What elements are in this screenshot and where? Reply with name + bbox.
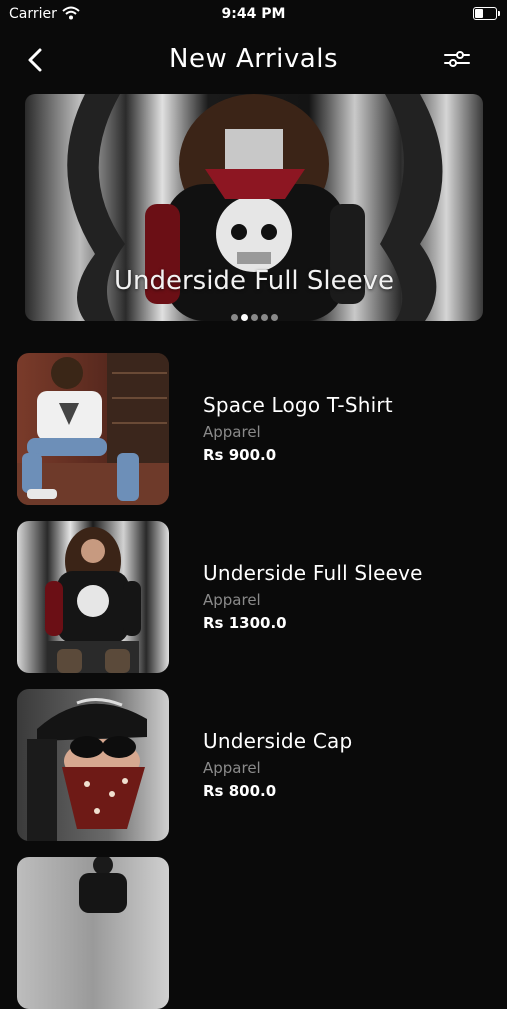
product-info: Underside Cap Apparel Rs 800.0 bbox=[203, 729, 352, 800]
featured-banner[interactable]: Underside Full Sleeve bbox=[25, 94, 483, 321]
carousel-dot[interactable] bbox=[270, 314, 278, 321]
product-item-underside-full-sleeve[interactable]: Underside Full Sleeve Apparel Rs 1300.0 bbox=[17, 521, 497, 673]
product-price: Rs 800.0 bbox=[203, 782, 277, 800]
status-bar: Carrier 9:44 PM bbox=[0, 0, 507, 30]
product-image bbox=[17, 353, 169, 505]
product-image bbox=[17, 521, 169, 673]
carousel-dot[interactable] bbox=[260, 314, 268, 321]
clock: 9:44 PM bbox=[221, 6, 286, 22]
filter-sliders-icon[interactable] bbox=[443, 47, 471, 71]
carousel-dot[interactable] bbox=[230, 314, 238, 321]
product-item-space-logo-t-shirt[interactable]: Space Logo T-Shirt Apparel Rs 900.0 bbox=[17, 353, 497, 505]
product-image bbox=[17, 857, 169, 1009]
page-title: New Arrivals bbox=[169, 44, 338, 74]
carousel-dot[interactable] bbox=[250, 314, 258, 321]
product-category: Apparel bbox=[203, 423, 261, 441]
product-name: Underside Full Sleeve bbox=[203, 561, 423, 585]
product-name: Space Logo T-Shirt bbox=[203, 393, 393, 417]
product-name: Underside Cap bbox=[203, 729, 353, 753]
banner-title: Underside Full Sleeve bbox=[113, 266, 395, 296]
product-image bbox=[17, 689, 169, 841]
battery-icon bbox=[473, 7, 500, 20]
carousel-page-indicator[interactable] bbox=[25, 306, 483, 321]
product-item-partial[interactable] bbox=[17, 857, 497, 1009]
product-info: Space Logo T-Shirt Apparel Rs 900.0 bbox=[203, 393, 393, 464]
product-price: Rs 900.0 bbox=[203, 446, 277, 464]
navigation-bar: New Arrivals bbox=[0, 30, 507, 90]
product-category: Apparel bbox=[203, 591, 261, 609]
product-info: Underside Full Sleeve Apparel Rs 1300.0 bbox=[203, 561, 423, 632]
product-price: Rs 1300.0 bbox=[203, 614, 287, 632]
product-item-underside-cap[interactable]: Underside Cap Apparel Rs 800.0 bbox=[17, 689, 497, 841]
carousel-dot[interactable] bbox=[240, 314, 248, 321]
product-category: Apparel bbox=[203, 759, 261, 777]
